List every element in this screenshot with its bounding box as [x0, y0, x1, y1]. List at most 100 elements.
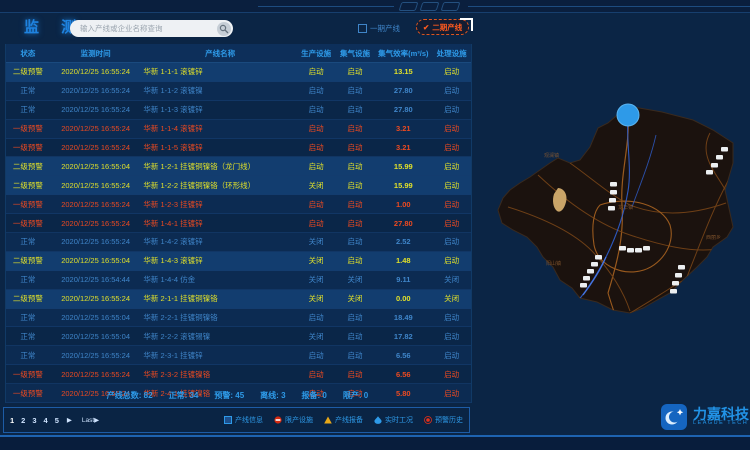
line-name-cell: 华新 2-2-2 滚镀锡镍 — [141, 331, 296, 342]
production-facility-cell: 关闭 — [297, 180, 336, 191]
page-button[interactable]: 2 — [21, 416, 25, 425]
map-blue-marker[interactable] — [617, 104, 639, 126]
gas-facility-cell: 启动 — [336, 85, 375, 96]
gas-facility-cell: 启动 — [336, 255, 375, 266]
time-cell: 2020/12/25 16:55:24 — [50, 143, 142, 152]
table-row[interactable]: 一级预警 2020/12/25 16:55:24 华新 1-1-5 滚镀锌 启动… — [6, 139, 471, 158]
time-cell: 2020/12/25 16:55:24 — [50, 237, 142, 246]
legend-alarm-history[interactable]: 预警历史 — [424, 415, 463, 425]
info-square-icon — [224, 416, 232, 424]
status-cell: 一级预警 — [6, 218, 50, 229]
time-cell: 2020/12/25 16:55:24 — [50, 351, 142, 360]
legend-limit-facility[interactable]: 限产设施 — [274, 415, 313, 425]
production-facility-cell: 关闭 — [297, 331, 336, 342]
gas-efficiency-cell: 0.00 — [374, 294, 432, 303]
production-facility-cell: 启动 — [297, 104, 336, 115]
map-label-town: 西丽乡 — [706, 235, 721, 241]
treatment-facility-cell: 关闭 — [432, 274, 471, 285]
corner-bracket-decoration — [460, 18, 473, 31]
summary-limited: 限产: 0 — [343, 390, 368, 401]
deco-line-right — [468, 6, 750, 7]
status-cell: 二级预警 — [6, 180, 50, 191]
gas-efficiency-cell: 18.49 — [374, 313, 432, 322]
production-facility-cell: 关闭 — [297, 255, 336, 266]
gas-facility-cell: 关闭 — [336, 274, 375, 285]
status-cell: 一级预警 — [6, 369, 50, 380]
summary-bar: 产线总数: 82 正常: 34 预警: 45 离线: 3 报备: 0 限产: 0 — [5, 386, 470, 404]
line-name-cell: 华新 1-4-2 滚镀锌 — [141, 236, 296, 247]
table-row[interactable]: 一级预警 2020/12/25 16:55:24 华新 1-1-4 滚镀锌 启动… — [6, 120, 471, 139]
table-row[interactable]: 正常 2020/12/25 16:55:24 华新 1-1-2 滚镀镍 启动 启… — [6, 82, 471, 101]
table-row[interactable]: 正常 2020/12/25 16:55:24 华新 1-4-2 滚镀锌 关闭 启… — [6, 233, 471, 252]
table-row[interactable]: 二级预警 2020/12/25 16:55:04 华新 1-2-1 挂镀铜镍铬（… — [6, 157, 471, 176]
gas-facility-cell: 启动 — [336, 312, 375, 323]
time-cell: 2020/12/25 16:55:24 — [50, 67, 142, 76]
page-button[interactable]: 5 — [55, 416, 59, 425]
pagination-next-button[interactable]: ▶ — [67, 416, 72, 424]
table-row[interactable]: 二级预警 2020/12/25 16:55:24 华新 2-1-1 挂镀铜镍铬 … — [6, 290, 471, 309]
line-name-cell: 华新 1-1-1 滚镀锌 — [141, 66, 296, 77]
treatment-facility-cell: 启动 — [432, 199, 471, 210]
bottom-strip — [0, 437, 750, 450]
table-row[interactable]: 二级预警 2020/12/25 16:55:24 华新 1-1-1 滚镀锌 启动… — [6, 63, 471, 82]
logo-name: 力嘉科技 — [693, 407, 749, 422]
status-cell: 一级预警 — [6, 123, 50, 134]
line-name-cell: 华新 1-2-2 挂镀铜镍铬（环形线） — [141, 180, 296, 191]
treatment-facility-cell: 启动 — [432, 350, 471, 361]
status-cell: 二级预警 — [6, 255, 50, 266]
gas-facility-cell: 关闭 — [336, 293, 375, 304]
time-cell: 2020/12/25 16:55:24 — [50, 294, 142, 303]
legend-realtime-condition[interactable]: 实时工况 — [374, 415, 413, 425]
table-row[interactable]: 二级预警 2020/12/25 16:55:04 华新 1-4-3 滚镀锌 关闭… — [6, 252, 471, 271]
filter-phase1-label: 一期产线 — [370, 23, 400, 34]
table-row[interactable]: 一级预警 2020/12/25 16:55:24 华新 1-2-3 挂镀锌 启动… — [6, 195, 471, 214]
line-name-cell: 华新 1-4-1 挂镀锌 — [141, 218, 296, 229]
page-button[interactable]: 4 — [44, 416, 48, 425]
table-row[interactable]: 一级预警 2020/12/25 16:55:24 华新 2-3-2 挂镀镍铬 启… — [6, 365, 471, 384]
table-row[interactable]: 正常 2020/12/25 16:55:04 华新 2-2-2 滚镀锡镍 关闭 … — [6, 327, 471, 346]
legend-line-report[interactable]: 产线报备 — [324, 415, 363, 425]
line-name-cell: 华新 1-4-4 仿金 — [141, 274, 296, 285]
treatment-facility-cell: 启动 — [432, 123, 471, 134]
page-button[interactable]: 1 — [10, 416, 14, 425]
gas-facility-cell: 启动 — [336, 199, 375, 210]
filter-phase1-checkbox[interactable]: 一期产线 — [358, 23, 400, 34]
gas-efficiency-cell: 3.21 — [374, 124, 432, 133]
deco-shape — [441, 2, 461, 11]
table-row[interactable]: 正常 2020/12/25 16:55:24 华新 1-1-3 滚镀锌 启动 启… — [6, 101, 471, 120]
treatment-facility-cell: 启动 — [432, 236, 471, 247]
limit-circle-icon — [274, 416, 282, 424]
table-row[interactable]: 一级预警 2020/12/25 16:55:24 华新 1-4-1 挂镀锌 启动… — [6, 214, 471, 233]
treatment-facility-cell: 启动 — [432, 312, 471, 323]
line-name-cell: 华新 1-1-4 滚镀锌 — [141, 123, 296, 134]
status-cell: 一级预警 — [6, 199, 50, 210]
production-facility-cell: 启动 — [297, 66, 336, 77]
gas-facility-cell: 启动 — [336, 369, 375, 380]
checkbox-icon — [358, 24, 367, 33]
line-name-cell: 华新 1-4-3 滚镀锌 — [141, 255, 296, 266]
production-facility-cell: 启动 — [297, 350, 336, 361]
search-icon[interactable] — [217, 22, 231, 36]
gas-facility-cell: 启动 — [336, 66, 375, 77]
time-cell: 2020/12/25 16:55:24 — [50, 219, 142, 228]
time-cell: 2020/12/25 16:55:24 — [50, 200, 142, 209]
pagination-last-button[interactable]: Last▶ — [82, 416, 99, 424]
page-button[interactable]: 3 — [32, 416, 36, 425]
gas-efficiency-cell: 1.48 — [374, 256, 432, 265]
col-treatment: 处理设施 — [432, 48, 471, 59]
production-facility-cell: 启动 — [297, 161, 336, 172]
gas-facility-cell: 启动 — [336, 331, 375, 342]
gas-efficiency-cell: 27.80 — [374, 86, 432, 95]
district-map[interactable]: 观澜镇 龙华镇 西丽乡 阳山镇 — [480, 55, 750, 400]
table-row[interactable]: 正常 2020/12/25 16:55:04 华新 2-2-1 挂镀铜镍铬 启动… — [6, 309, 471, 328]
table-row[interactable]: 正常 2020/12/25 16:55:24 华新 2-3-1 挂镀锌 启动 启… — [6, 346, 471, 365]
gas-facility-cell: 启动 — [336, 123, 375, 134]
line-name-cell: 华新 2-3-2 挂镀镍铬 — [141, 369, 296, 380]
gas-efficiency-cell: 17.82 — [374, 332, 432, 341]
table-row[interactable]: 二级预警 2020/12/25 16:55:24 华新 1-2-2 挂镀铜镍铬（… — [6, 176, 471, 195]
gas-facility-cell: 启动 — [336, 218, 375, 229]
table-row[interactable]: 正常 2020/12/25 16:54:44 华新 1-4-4 仿金 关闭 关闭… — [6, 271, 471, 290]
search-input[interactable] — [70, 24, 217, 33]
legend-line-info[interactable]: 产线信息 — [224, 415, 263, 425]
deco-shape — [399, 2, 419, 11]
